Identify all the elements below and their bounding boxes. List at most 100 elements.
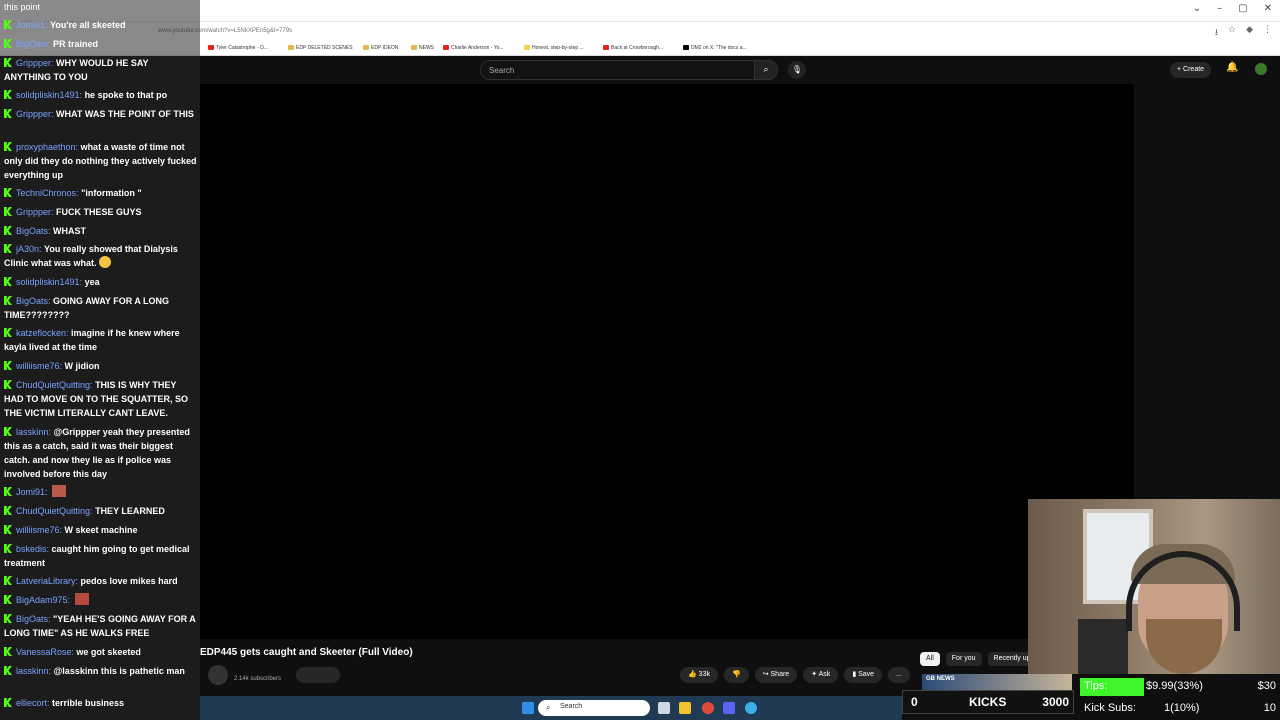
chair: [1078, 619, 1128, 674]
search-input[interactable]: Search: [480, 60, 755, 80]
kick-badge-icon: [4, 188, 12, 197]
discord-icon[interactable]: [723, 702, 735, 714]
like-button[interactable]: 👍 33k: [680, 667, 718, 683]
create-button[interactable]: + Create: [1170, 62, 1212, 78]
kicks-goal: 3000: [1042, 695, 1069, 709]
chat-message: solidpliskin1491: he spoke to that po: [4, 88, 197, 102]
chat-header-text: this point: [4, 2, 41, 12]
kick-badge-icon: [4, 380, 12, 389]
chat-message: solidpliskin1491: yea: [4, 275, 197, 289]
kick-badge-icon: [4, 595, 12, 604]
windows-taskbar: ⌕ Search: [200, 696, 902, 720]
youtube-header: Search ⌕ 🎙 + Create 🔔: [200, 56, 1280, 84]
account-avatar[interactable]: [1255, 63, 1267, 75]
more-actions-button[interactable]: ...: [888, 667, 910, 683]
taskbar-search[interactable]: ⌕ Search: [538, 700, 650, 716]
chat-message: TechniChronos: "information ": [4, 186, 197, 200]
share-icon: ↪: [762, 671, 769, 678]
subscribe-button[interactable]: [296, 667, 340, 683]
extensions-icon[interactable]: ◆: [1246, 25, 1253, 41]
bookmark-item[interactable]: Back at Crowborough...: [603, 45, 663, 51]
chat-message: LatveriaLibrary: pedos love mikes hard: [4, 574, 197, 588]
maximize-icon[interactable]: ▢: [1238, 3, 1247, 14]
browser-icon[interactable]: [745, 702, 757, 714]
chat-message: williisme76: W skeet machine: [4, 523, 197, 537]
recommendation-chips: All For you Recently up: [920, 652, 1037, 666]
bookmark-item[interactable]: EDP IDEON: [363, 45, 398, 51]
video-actions: 👍 33k 👎 ↪ Share ✦ Ask ▮ Save ...: [680, 667, 910, 683]
video-player[interactable]: [200, 84, 1134, 639]
kick-badge-icon: [4, 109, 12, 118]
kick-badge-icon: [4, 427, 12, 436]
file-explorer-icon[interactable]: [679, 702, 691, 714]
chat-message: Jomi91: You're all skeeted: [4, 18, 197, 32]
kick-badge-icon: [4, 614, 12, 623]
notification-bell-icon[interactable]: 🔔: [1226, 62, 1238, 73]
kick-badge-icon: [4, 142, 12, 151]
search-placeholder: Search: [489, 66, 515, 75]
kick-badge-icon: [4, 487, 12, 496]
bookmark-item[interactable]: Honest, step-by-step ...: [524, 45, 584, 51]
task-view-icon[interactable]: [658, 702, 670, 714]
share-button[interactable]: ↪ Share: [754, 667, 798, 683]
kick-badge-icon: [4, 226, 12, 235]
kick-badge-icon: [4, 647, 12, 656]
kick-badge-icon: [4, 20, 12, 29]
kick-badge-icon: [4, 328, 12, 337]
bookmark-item[interactable]: NEWS: [411, 45, 434, 51]
channel-avatar[interactable]: [208, 665, 228, 685]
kick-badge-icon: [4, 361, 12, 370]
thumbs-down-icon: 👎: [731, 671, 741, 678]
kick-badge-icon: [4, 58, 12, 67]
window-controls: ⌄ – ▢ ✕: [1193, 3, 1272, 14]
chat-message: Grippper: WHY WOULD HE SAY ANYTHING TO Y…: [4, 58, 149, 82]
kicks-goal-bar: 0 KICKS 3000: [902, 690, 1074, 714]
ask-button[interactable]: ✦ Ask: [803, 667, 839, 683]
chat-message: lasskinn: @Grippper yeah they presented …: [4, 427, 190, 479]
stream-stats: Tips: $9.99(33%) $30 Kick Subs: 1(10%) 1…: [1080, 676, 1280, 720]
tips-row: Tips: $9.99(33%) $30: [1080, 678, 1280, 696]
chat-message: BigOats: GOING AWAY FOR A LONG TIME?????…: [4, 296, 170, 320]
bookmark-item[interactable]: Charlie Anderson - Yo...: [443, 45, 504, 51]
chat-message: bskedis: caught him going to get medical…: [4, 544, 190, 568]
download-icon[interactable]: ⭳: [1215, 25, 1218, 41]
bookmark-item[interactable]: DM2 on X: "The docs a...: [683, 45, 747, 51]
chat-message: katzeflocken: imagine if he knew where k…: [4, 328, 180, 352]
chat-message: BigAdam975:: [4, 593, 197, 607]
video-title: EDP445 gets caught and Skeeter (Full Vid…: [200, 647, 413, 658]
chrome-icon[interactable]: [702, 702, 714, 714]
close-icon[interactable]: ✕: [1264, 3, 1272, 14]
kicks-start: 0: [911, 695, 918, 709]
bookmark-item[interactable]: Tyler Catastrophe - O...: [208, 45, 268, 51]
bookmark-item[interactable]: EDP DELETED SCENES: [288, 45, 353, 51]
menu-icon[interactable]: ⋮: [1263, 25, 1272, 41]
chip-all[interactable]: All: [920, 652, 940, 666]
sparkle-icon: ✦: [811, 671, 818, 678]
kick-badge-icon: [4, 277, 12, 286]
start-icon[interactable]: [522, 702, 534, 714]
chat-message: lasskinn: @lasskinn this is pathetic man: [4, 664, 197, 678]
kick-subs-row: Kick Subs: 1(10%) 10: [1084, 702, 1276, 714]
bookmark-star-icon[interactable]: ☆: [1228, 25, 1236, 41]
webcam-feed: [1028, 499, 1280, 674]
kick-badge-icon: [4, 244, 12, 253]
search-icon: ⌕: [763, 65, 769, 75]
chat-message: elliecort: terrible business: [4, 696, 197, 710]
kick-badge-icon: [4, 506, 12, 515]
address-bar-icons: ⭳ ☆ ◆ ⋮: [1215, 25, 1272, 41]
search-button[interactable]: ⌕: [754, 60, 778, 80]
chat-message: BigOats: "YEAH HE'S GOING AWAY FOR A LON…: [4, 614, 196, 638]
minimize-icon[interactable]: –: [1217, 3, 1222, 14]
chat-message: Grippper: WHAT WAS THE POINT OF THIS: [4, 107, 197, 121]
microphone-icon: 🎙: [791, 65, 803, 74]
sticker-icon: [74, 593, 89, 605]
chevron-down-icon[interactable]: ⌄: [1193, 3, 1201, 14]
kick-badge-icon: [4, 698, 12, 707]
chip-for-you[interactable]: For you: [945, 652, 982, 666]
kick-badge-icon: [4, 207, 12, 216]
voice-search-button[interactable]: 🎙: [788, 61, 806, 79]
kick-badge-icon: [4, 296, 12, 305]
dislike-button[interactable]: 👎: [723, 667, 749, 683]
bookmark-icon: ▮: [852, 671, 857, 678]
save-button[interactable]: ▮ Save: [844, 667, 883, 683]
